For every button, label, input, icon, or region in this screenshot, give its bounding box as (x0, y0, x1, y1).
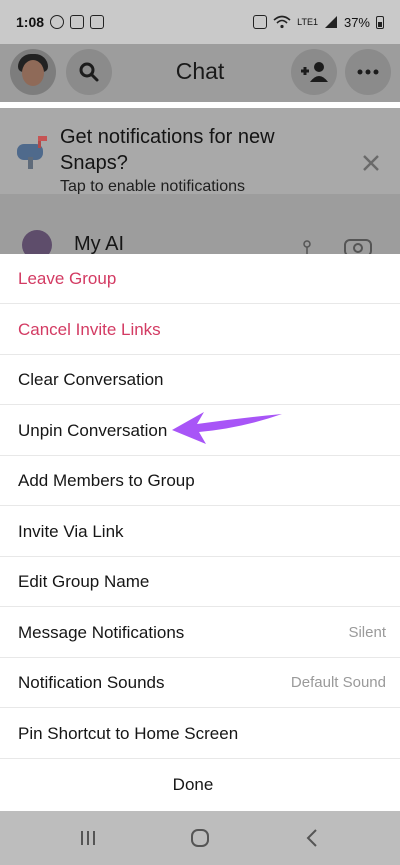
action-sheet: Leave Group Cancel Invite Links Clear Co… (0, 254, 400, 811)
recent-apps-icon (81, 831, 95, 845)
recent-apps-button[interactable] (74, 824, 102, 852)
battery-icon (376, 15, 384, 29)
page-title: Chat (175, 58, 225, 84)
notification-sounds-item[interactable]: Notification Sounds Default Sound (0, 658, 400, 708)
mailbox-icon (17, 136, 47, 169)
chat-name: My AI (74, 233, 125, 255)
banner-title: Get notifications for new Snaps? (60, 126, 275, 174)
wifi-icon (273, 15, 291, 29)
message-notifications-value: Silent (348, 624, 386, 641)
pin-icon (303, 240, 311, 254)
gallery-icon (90, 15, 105, 29)
home-button[interactable] (186, 824, 214, 852)
home-icon (191, 829, 209, 847)
notification-banner[interactable]: Get notifications for new Snaps? Tap to … (0, 108, 400, 195)
edit-group-name-item[interactable]: Edit Group Name (0, 557, 400, 607)
more-icon (357, 69, 379, 75)
done-button[interactable]: Done (0, 760, 400, 810)
invite-via-link-item[interactable]: Invite Via Link (0, 507, 400, 557)
signal-icon (324, 16, 337, 28)
camera-icon[interactable] (343, 236, 373, 256)
more-button[interactable] (345, 49, 391, 95)
instagram-icon (70, 15, 85, 29)
chat-row[interactable] (0, 194, 400, 254)
navigation-bar (0, 811, 400, 865)
chat-header: Chat (0, 44, 400, 102)
add-friend-button[interactable] (291, 49, 337, 95)
notification-sounds-value: Default Sound (290, 674, 386, 691)
arrow-icon (172, 412, 282, 444)
status-time: 1:08 (16, 14, 45, 30)
network-label: LTE1 (297, 17, 318, 27)
cancel-invite-links-item[interactable]: Cancel Invite Links (0, 305, 400, 355)
status-bar: 1:08 LTE1 37% (0, 0, 400, 44)
pin-shortcut-item[interactable]: Pin Shortcut to Home Screen (0, 709, 400, 759)
back-icon (306, 829, 317, 847)
whatsapp-icon (50, 15, 65, 29)
close-icon[interactable] (362, 154, 380, 172)
lock-icon (253, 15, 268, 29)
message-notifications-item[interactable]: Message Notifications Silent (0, 608, 400, 658)
add-members-item[interactable]: Add Members to Group (0, 456, 400, 506)
add-friend-icon (301, 62, 328, 82)
leave-group-item[interactable]: Leave Group (0, 254, 400, 304)
clear-conversation-item[interactable]: Clear Conversation (0, 355, 400, 405)
back-button[interactable] (298, 824, 326, 852)
battery-percent: 37% (343, 14, 370, 30)
